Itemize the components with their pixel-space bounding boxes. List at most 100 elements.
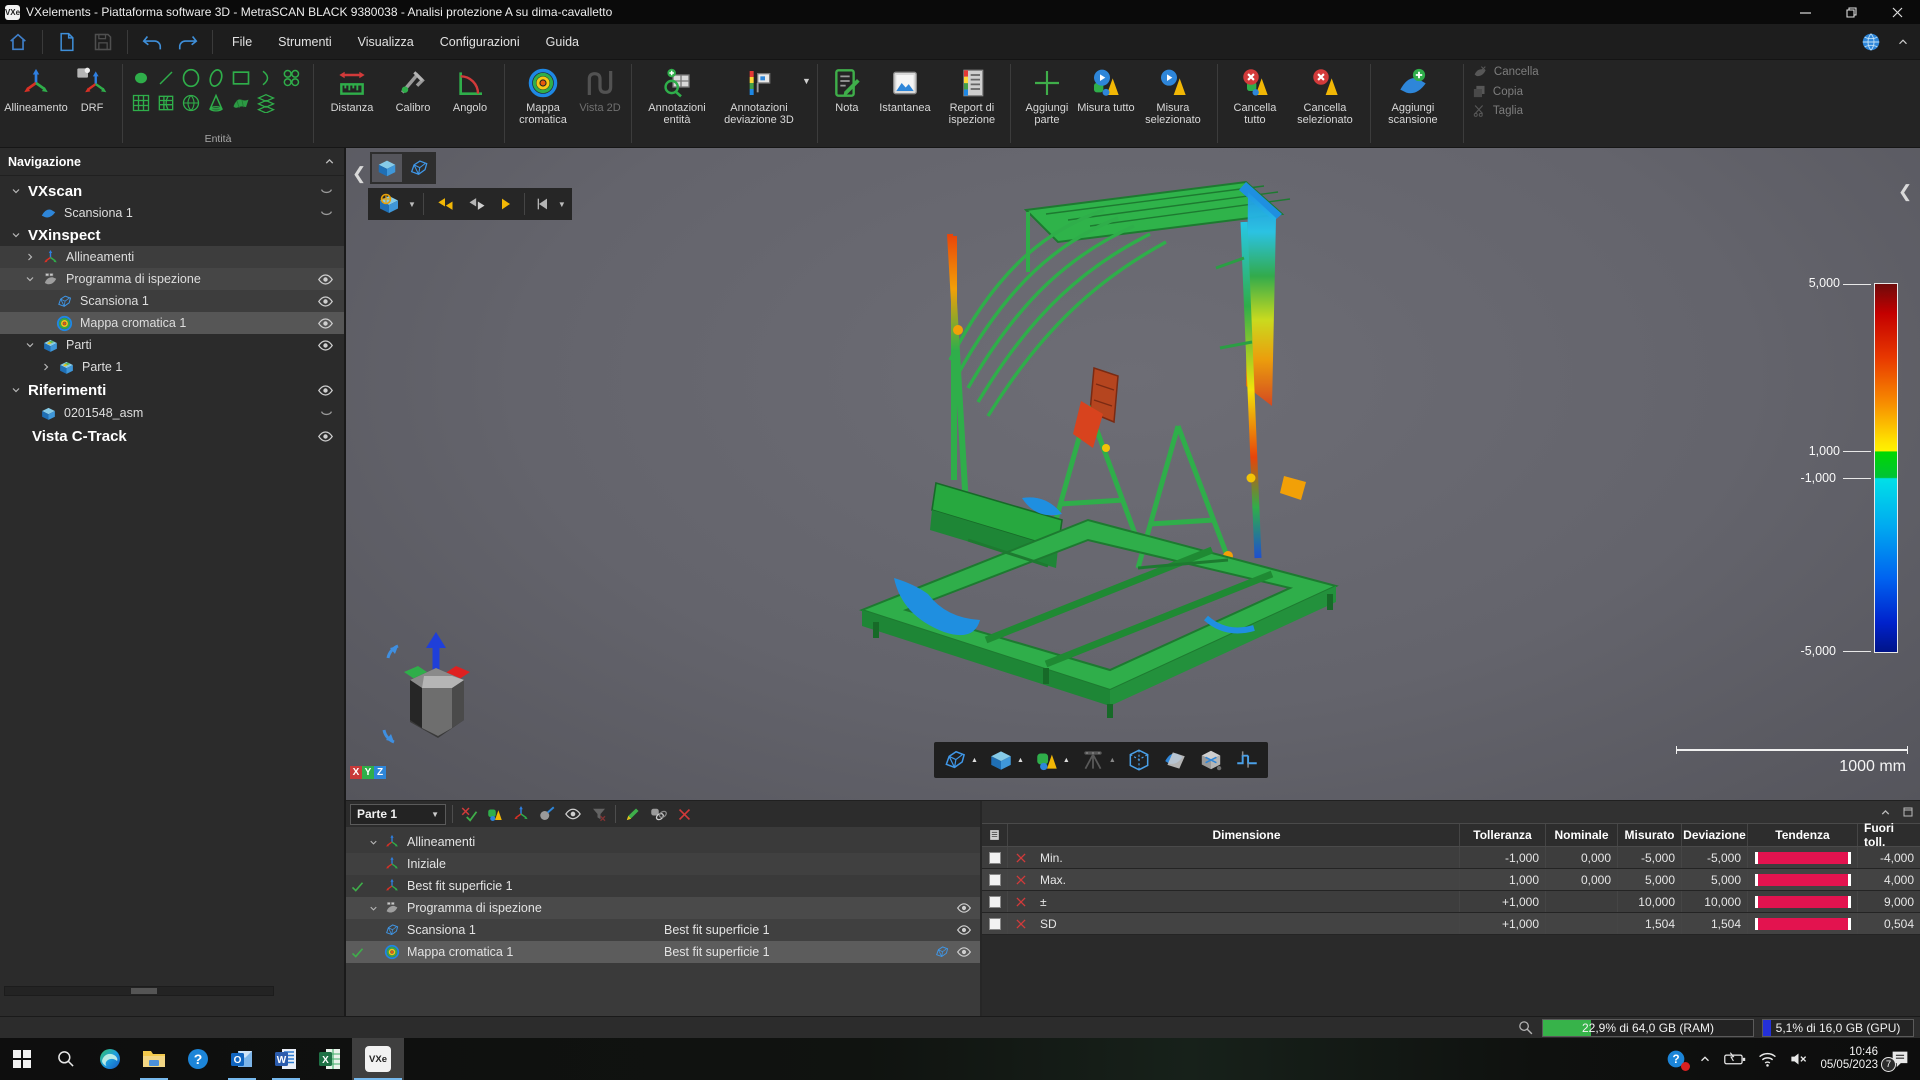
istantanea-button[interactable]: Istantanea (870, 64, 940, 114)
sidebar-item-parti[interactable]: Parti (0, 334, 344, 356)
home-icon[interactable] (3, 29, 33, 55)
visibility-button[interactable] (563, 804, 583, 824)
eye-icon[interactable] (956, 922, 972, 938)
session-state-icon[interactable] (319, 184, 334, 199)
part-selector-dropdown[interactable]: Parte 1▼ (350, 804, 446, 825)
sidebar-item-vxinspect[interactable]: VXinspect (0, 224, 344, 246)
row-checkbox[interactable] (989, 896, 1001, 908)
row-checkbox[interactable] (989, 852, 1001, 864)
sidebar-scrollbar[interactable] (4, 986, 274, 996)
table-row-plusminus[interactable]: ± +1,000 10,000 10,000 9,000 (982, 891, 1920, 913)
filter-button[interactable] (589, 804, 609, 824)
cancella-selezionato-button[interactable]: Cancella selezionato (1286, 64, 1364, 126)
parts-visibility-button[interactable]: ▲ (988, 747, 1024, 773)
sidebar-item-vxscan[interactable]: VXscan (0, 180, 344, 202)
session-state-icon[interactable] (319, 206, 334, 221)
alignment-display-button[interactable] (511, 804, 531, 824)
row-checkbox[interactable] (989, 918, 1001, 930)
circle-entity-icon[interactable] (179, 66, 203, 90)
tree-item-best-fit[interactable]: Best fit superficie 1 (346, 875, 980, 897)
table-list-icon[interactable] (982, 824, 1008, 846)
annotations-dropdown-caret[interactable]: ▼ (802, 76, 811, 86)
eye-icon[interactable] (956, 900, 972, 916)
vxelements-taskbar-icon[interactable]: VXe (352, 1038, 404, 1080)
views-dropdown-caret[interactable]: ▼ (558, 200, 566, 209)
curve-entity-icon[interactable] (254, 66, 278, 90)
edge-taskbar-icon[interactable] (88, 1038, 132, 1080)
calibro-button[interactable]: Calibro (384, 64, 442, 114)
restore-button[interactable] (1828, 0, 1874, 24)
undo-icon[interactable] (137, 29, 167, 55)
entities-visibility-button[interactable]: ▲ (1034, 747, 1070, 773)
help-taskbar-icon[interactable]: ? (176, 1038, 220, 1080)
close-button[interactable] (1874, 0, 1920, 24)
ctrack-visibility-button[interactable]: ▲ (1080, 747, 1116, 773)
next-view-button[interactable] (495, 191, 517, 217)
tree-item-scansiona1[interactable]: Scansiona 1 Best fit superficie 1 (346, 919, 980, 941)
ellipse-entity-icon[interactable] (204, 66, 228, 90)
wifi-icon[interactable] (1758, 1051, 1777, 1067)
file-explorer-taskbar-icon[interactable] (132, 1038, 176, 1080)
standard-view-caret[interactable]: ▼ (408, 200, 416, 209)
navigation-cube[interactable] (366, 628, 506, 788)
redo-icon[interactable] (173, 29, 203, 55)
link-entity-button[interactable] (648, 804, 668, 824)
collapse-panel-icon[interactable] (323, 155, 336, 168)
menu-guida[interactable]: Guida (533, 29, 592, 55)
scanned-model-colormap[interactable] (346, 148, 1920, 800)
nota-button[interactable]: Nota (824, 64, 870, 114)
row-checkbox[interactable] (989, 874, 1001, 886)
collapse-table-icon[interactable] (1879, 806, 1892, 819)
cancella-edit-button[interactable]: Cancella (1472, 64, 1539, 80)
cross-section-button[interactable] (1198, 747, 1224, 773)
misura-tutto-button[interactable]: Misura tutto (1077, 64, 1135, 114)
excel-taskbar-icon[interactable]: X (308, 1038, 352, 1080)
battery-icon[interactable] (1724, 1051, 1746, 1067)
eye-icon[interactable] (956, 944, 972, 960)
tray-expand-icon[interactable] (1698, 1052, 1712, 1066)
standard-view-button[interactable] (374, 191, 404, 217)
delete-item-button[interactable] (674, 804, 694, 824)
sidebar-item-parte1[interactable]: Parte 1 (0, 356, 344, 378)
tree-item-allineamenti[interactable]: Allineamenti (346, 831, 980, 853)
table-row-max[interactable]: Max. 1,000 0,000 5,000 5,000 4,000 (982, 869, 1920, 891)
eye-icon[interactable] (317, 271, 334, 288)
tree-item-programma-ispezione[interactable]: Programma di ispezione (346, 897, 980, 919)
taglia-edit-button[interactable]: Taglia (1472, 103, 1539, 118)
sidebar-item-allineamenti[interactable]: Allineamenti (0, 246, 344, 268)
drf-button[interactable]: DRF (68, 64, 116, 114)
collapse-ribbon-icon[interactable] (1896, 35, 1910, 49)
copia-edit-button[interactable]: Copia (1472, 84, 1539, 99)
session-state-icon[interactable] (319, 406, 334, 421)
entity-display-button[interactable] (485, 804, 505, 824)
scans-visibility-button[interactable]: ▲ (942, 747, 978, 773)
save-icon[interactable] (88, 29, 118, 55)
cross-section-entity-icon[interactable] (254, 91, 278, 115)
line-entity-icon[interactable] (154, 66, 178, 90)
word-taskbar-icon[interactable]: W (264, 1038, 308, 1080)
volume-muted-icon[interactable] (1789, 1051, 1808, 1067)
taskbar-search-button[interactable] (44, 1038, 88, 1080)
sidebar-item-vista-ctrack[interactable]: Vista C-Track (0, 425, 344, 447)
table-row-min[interactable]: Min. -1,000 0,000 -5,000 -5,000 -4,000 (982, 847, 1920, 869)
annotazioni-entita-button[interactable]: Annotazioni entità (638, 64, 716, 126)
cone-entity-icon[interactable] (204, 91, 228, 115)
taskbar-clock[interactable]: 10:46 05/05/2023 (1820, 1046, 1878, 1072)
clipping-plane-button[interactable] (1162, 747, 1188, 773)
cancella-tutto-button[interactable]: Cancella tutto (1224, 64, 1286, 126)
sidebar-item-0201548-asm[interactable]: 0201548_asm (0, 402, 344, 424)
tab-part-view[interactable] (372, 154, 402, 182)
collapse-right-panel-icon[interactable]: ❮ (1898, 182, 1912, 202)
edit-item-button[interactable] (622, 804, 642, 824)
bounding-box-button[interactable] (1126, 747, 1152, 773)
annotazioni-deviazione-button[interactable]: Annotazioni deviazione 3D (716, 64, 802, 126)
online-globe-icon[interactable] (1860, 31, 1882, 53)
eye-icon[interactable] (317, 428, 334, 445)
outlook-taskbar-icon[interactable]: O (220, 1038, 264, 1080)
report-ispezione-button[interactable]: Report di ispezione (940, 64, 1004, 126)
sidebar-item-scansiona1-programma[interactable]: Scansiona 1 (0, 290, 344, 312)
maximize-table-icon[interactable] (1902, 806, 1914, 818)
plane-entity-icon[interactable] (129, 91, 153, 115)
angolo-button[interactable]: Angolo (442, 64, 498, 114)
probe-display-button[interactable] (537, 804, 557, 824)
